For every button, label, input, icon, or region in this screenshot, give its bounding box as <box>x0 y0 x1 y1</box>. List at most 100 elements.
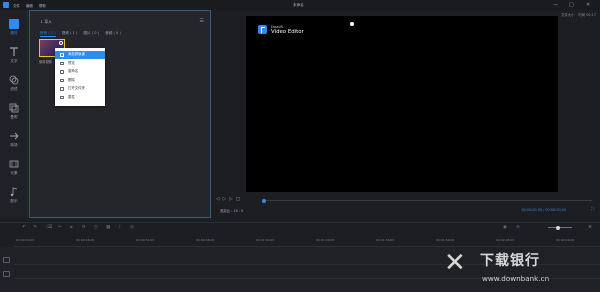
import-button[interactable]: ⇩ 导入 <box>40 19 52 25</box>
rotate-icon[interactable]: ⟳ <box>82 225 86 230</box>
prev-frame-icon[interactable]: ◁ <box>216 197 220 202</box>
watermark: ✕ 下载银行 www.downbank.cn <box>444 248 594 288</box>
context-open-folder[interactable]: 打开文件夹 <box>55 85 105 93</box>
timeline-toolbar: ↶ ↷ ⌫ ✂ ⌗ ⟳ ◷ ▦ ♪ ◎ ◉ ⊖ ⊕ <box>0 222 600 232</box>
sidebar-item-label: 转场 <box>10 143 18 147</box>
sidebar-item-overlay[interactable]: 叠附 <box>0 99 28 125</box>
overlay-icon <box>9 103 19 113</box>
sidebar-item-music[interactable]: 配乐 <box>0 183 28 209</box>
import-label: 导入 <box>44 19 52 24</box>
minimize-icon[interactable]: — <box>553 2 558 8</box>
brand-title: Video Editor <box>271 29 304 35</box>
preview-screen[interactable]: EaseUS Video Editor <box>246 16 558 192</box>
context-rename[interactable]: 重命名 <box>55 68 105 76</box>
trash-icon <box>60 78 64 82</box>
split-icon[interactable]: ✂ <box>58 225 62 230</box>
context-menu: 添加到轨道 预览 重命名 删除 打开文件夹 属性 <box>55 48 105 106</box>
tab-image[interactable]: 图片 ( 0 ) <box>83 31 99 37</box>
sidebar-item-label: 滤镜 <box>10 87 18 91</box>
speed-icon[interactable]: ◷ <box>94 225 98 230</box>
ruler-tick: 00:01:20.00 <box>316 238 335 242</box>
media-tabs: 所有 ( 1 ) 视频 ( 1 ) 图片 ( 0 ) 音频 ( 0 ) <box>40 31 121 37</box>
sidebar-item-label: 元素 <box>10 171 18 175</box>
sidebar-item-transition[interactable]: 转场 <box>0 127 28 153</box>
sidebar-item-label: 素材 <box>10 31 18 35</box>
crop-icon[interactable]: ⌗ <box>70 225 73 231</box>
text-icon <box>10 47 18 56</box>
selected-badge-icon <box>59 41 63 45</box>
zoom-out-icon[interactable]: ⊖ <box>516 225 520 230</box>
rename-icon <box>60 70 64 74</box>
undo-icon[interactable]: ↶ <box>22 225 26 230</box>
voiceover-icon[interactable]: ◎ <box>130 225 134 230</box>
sidebar-item-text[interactable]: 文字 <box>0 43 28 69</box>
watermark-logo-icon: ✕ <box>444 248 466 278</box>
easeus-logo-icon <box>258 25 267 34</box>
ruler-tick: 00:01:52.00 <box>436 238 455 242</box>
folder-icon <box>60 87 64 91</box>
sidebar-item-media[interactable]: 素材 <box>0 15 28 41</box>
eye-icon <box>60 61 64 65</box>
tab-all[interactable]: 所有 ( 1 ) <box>40 31 56 37</box>
context-preview[interactable]: 预览 <box>55 60 105 68</box>
info-icon <box>60 95 64 99</box>
snapshot-icon[interactable]: ◉ <box>503 225 507 230</box>
sidebar-item-label: 配乐 <box>10 199 18 203</box>
context-label: 重命名 <box>68 69 79 73</box>
menu-file[interactable]: 文件 <box>13 3 20 8</box>
media-icon <box>9 19 19 29</box>
sidebar: 素材 文字 滤镜 叠附 转场 元素 配乐 <box>0 10 28 218</box>
redo-icon[interactable]: ↷ <box>33 225 37 230</box>
menu-edit[interactable]: 编辑 <box>26 3 33 8</box>
sidebar-item-filter[interactable]: 滤镜 <box>0 71 28 97</box>
maximize-icon[interactable]: □ <box>569 2 574 8</box>
context-properties[interactable]: 属性 <box>55 94 105 102</box>
preview-info: 文件大小 时间 00:17 <box>560 13 596 17</box>
ruler-tick: 00:01:36.00 <box>376 238 395 242</box>
mosaic-icon[interactable]: ▦ <box>106 225 110 230</box>
media-caption: 使用视频 <box>39 60 52 64</box>
preview-panel: 文件大小 时间 00:17 EaseUS Video Editor ◁ ▷ ▷ … <box>212 10 600 218</box>
context-label: 添加到轨道 <box>68 52 85 56</box>
transition-icon <box>10 132 19 140</box>
sidebar-item-label: 叠附 <box>10 115 18 119</box>
audio-icon[interactable]: ♪ <box>118 225 121 230</box>
playback-time: 00:00:00.00 / 00:00:00.00 <box>521 208 566 212</box>
context-delete[interactable]: 删除 <box>55 77 105 85</box>
stop-icon[interactable]: □ <box>236 197 240 202</box>
music-icon <box>10 187 18 197</box>
sidebar-item-label: 文字 <box>10 59 18 63</box>
scrubber-handle[interactable] <box>262 198 266 203</box>
next-frame-icon[interactable]: ▷ <box>229 197 233 202</box>
play-icon[interactable]: ▷ <box>223 197 227 202</box>
playback-scrubber[interactable] <box>262 200 592 201</box>
menu-help[interactable]: 帮助 <box>39 3 46 8</box>
context-label: 打开文件夹 <box>68 86 85 90</box>
app-logo-icon <box>3 2 9 8</box>
watermark-url: www.downbank.cn <box>482 274 550 283</box>
delete-icon[interactable]: ⌫ <box>46 225 52 230</box>
window-title: 未命名 <box>293 3 304 7</box>
playback-controls: ◁ ▷ ▷ □ <box>216 197 240 202</box>
fullscreen-icon[interactable]: ⛶ <box>591 206 594 211</box>
aspect-ratio-selector[interactable]: 宽高比 : 16 : 9 <box>220 208 243 213</box>
list-menu-icon[interactable]: ☰ <box>200 18 204 24</box>
ruler-tick: 00:00:32.00 <box>136 238 155 242</box>
filter-icon <box>9 75 19 85</box>
context-add-to-track[interactable]: 添加到轨道 <box>55 51 105 59</box>
context-label: 删除 <box>68 77 75 82</box>
tab-video[interactable]: 视频 ( 1 ) <box>62 31 78 37</box>
tab-audio[interactable]: 音频 ( 0 ) <box>105 31 121 37</box>
ruler-tick: 00:01:04.00 <box>256 238 275 242</box>
zoom-slider-handle[interactable] <box>556 225 560 230</box>
timeline-ruler[interactable]: 00:00:00.00 00:00:16.00 00:00:32.00 00:0… <box>14 238 600 246</box>
title-bar: 文件 编辑 帮助 未命名 — □ ✕ <box>0 0 600 10</box>
context-label: 预览 <box>68 60 75 65</box>
ruler-tick: 00:00:16.00 <box>76 238 95 242</box>
sidebar-item-element[interactable]: 元素 <box>0 155 28 181</box>
close-icon[interactable]: ✕ <box>586 2 590 8</box>
context-label: 属性 <box>68 94 75 99</box>
zoom-in-icon[interactable]: ⊕ <box>588 225 592 230</box>
zoom-slider[interactable] <box>548 227 572 228</box>
video-track-icon <box>3 257 10 263</box>
